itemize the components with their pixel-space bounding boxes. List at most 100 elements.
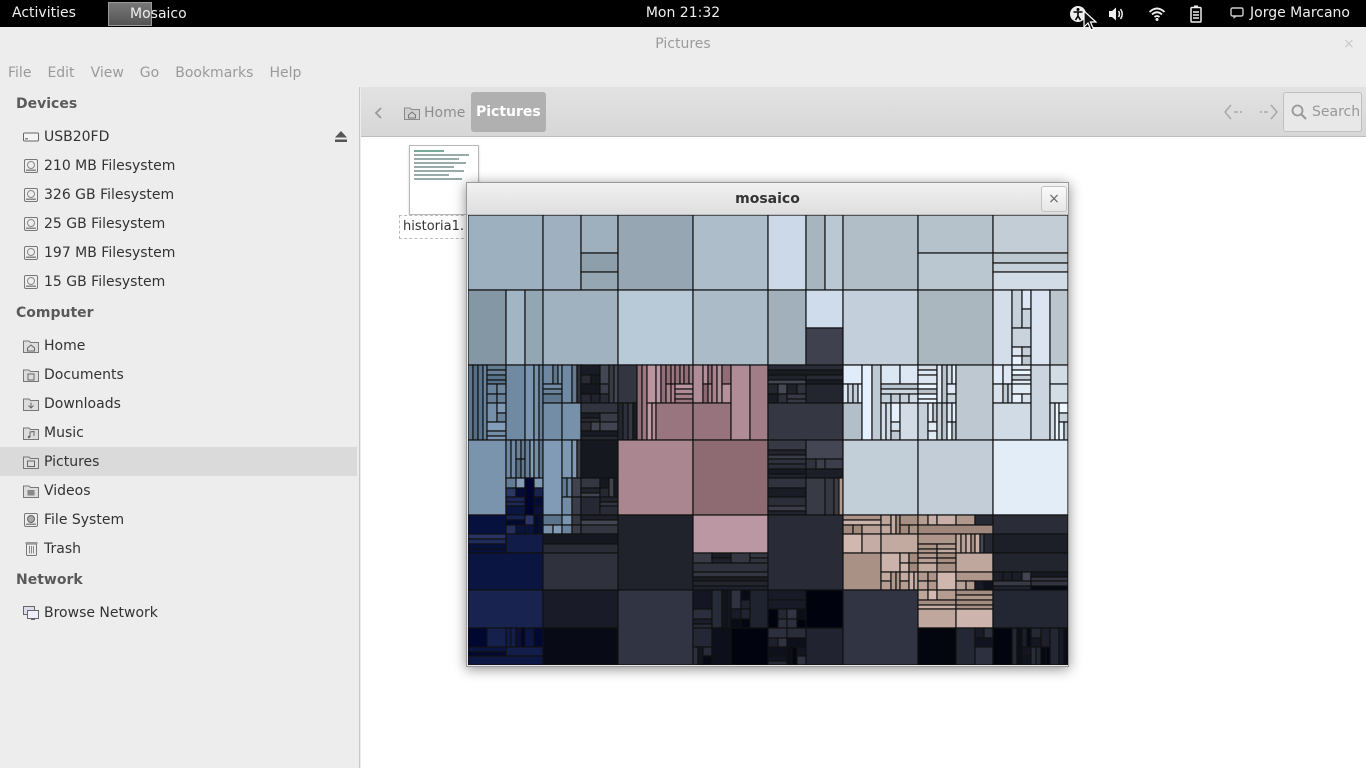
menu-view[interactable]: View <box>83 61 132 85</box>
mosaico-titlebar[interactable]: mosaico × <box>467 183 1068 215</box>
mosaic-tile <box>533 514 540 535</box>
mosaic-tile <box>917 364 938 371</box>
sidebar-item-usb20fd[interactable]: USB20FD <box>0 122 357 151</box>
sidebar-item-file-system[interactable]: File System <box>0 505 357 534</box>
mosaic-tile <box>1011 571 1023 582</box>
sidebar-section-network: Network <box>16 572 83 588</box>
search-button[interactable]: Search <box>1283 92 1362 132</box>
mosaic-tile <box>571 477 582 498</box>
mosaic-tile <box>1021 308 1032 329</box>
mosaic-tile <box>505 514 526 521</box>
breadcrumb-home[interactable]: Home <box>401 99 468 126</box>
sidebar-item-music[interactable]: Music <box>0 418 357 447</box>
mosaic-tile <box>646 402 653 441</box>
mosaic-tile <box>917 289 994 366</box>
volume-icon[interactable] <box>1103 0 1131 27</box>
activities-button[interactable]: Activities <box>12 5 76 21</box>
mosaic-tile <box>992 627 1013 665</box>
mosaic-tile <box>561 524 573 535</box>
mosaic-tile <box>1058 421 1065 441</box>
mosaic-tile <box>899 514 919 526</box>
clock[interactable]: Mon 21:32 <box>646 5 720 21</box>
mosaic-tile <box>767 514 844 591</box>
mosaic-tile <box>1030 364 1051 441</box>
sidebar-item-filesystem-25gb[interactable]: 25 GB Filesystem <box>0 209 357 238</box>
menu-file[interactable]: File <box>0 61 39 85</box>
eject-icon[interactable] <box>333 122 349 151</box>
mosaic-tile <box>599 421 619 432</box>
mosaic-tile <box>580 393 592 404</box>
mosaic-tile <box>1021 571 1032 582</box>
sidebar-item-filesystem-326gb[interactable]: 326 GB Filesystem <box>0 180 357 209</box>
mosaic-tile <box>992 533 1068 554</box>
sidebar-item-downloads[interactable]: Downloads <box>0 389 357 418</box>
sidebar-item-trash[interactable]: Trash <box>0 534 357 563</box>
mosaic-tile <box>702 655 713 665</box>
menu-go[interactable]: Go <box>132 61 167 85</box>
mosaic-tile <box>617 364 638 404</box>
mosaic-tile <box>1016 627 1023 665</box>
mosaic-tile <box>842 533 863 554</box>
mosaic-tile <box>641 364 648 441</box>
user-menu[interactable]: Jorge Marcano <box>1230 5 1350 21</box>
mosaic-tile <box>486 627 507 648</box>
menu-edit[interactable]: Edit <box>39 61 82 85</box>
sidebar-item-home[interactable]: Home <box>0 331 357 360</box>
videos-folder-icon <box>23 483 39 499</box>
breadcrumb-home-label: Home <box>424 104 466 121</box>
mosaic-tile <box>580 477 601 489</box>
battery-icon[interactable] <box>1182 0 1210 27</box>
next-location-icon[interactable] <box>1253 99 1283 125</box>
sidebar-item-filesystem-197mb[interactable]: 197 MB Filesystem <box>0 238 357 267</box>
sidebar-item-filesystem-15gb[interactable]: 15 GB Filesystem <box>0 267 357 296</box>
mosaic-tile <box>617 402 624 441</box>
file-label[interactable]: historia1. <box>399 215 469 239</box>
app-menu[interactable]: Mosaico <box>108 0 187 27</box>
mosaic-tile <box>468 646 507 653</box>
mosaic-tile <box>955 599 994 606</box>
mosaic-tile <box>599 501 619 507</box>
mosaic-tile <box>721 383 732 404</box>
prev-location-icon[interactable] <box>1219 99 1249 125</box>
breadcrumb-pictures[interactable]: Pictures <box>471 92 546 132</box>
mosaic-tile <box>777 618 788 629</box>
mosaic-tile <box>561 514 573 526</box>
mosaic-tile <box>505 519 526 526</box>
mosaic-tile <box>880 533 919 554</box>
mosaic-tile <box>880 383 919 390</box>
mosaic-tile <box>740 608 751 620</box>
sidebar-item-browse-network[interactable]: Browse Network <box>0 598 357 627</box>
mosaic-tile <box>542 543 619 554</box>
mosaic-tile <box>1049 289 1068 366</box>
harddisk-icon <box>23 187 39 203</box>
mosaic-tile <box>786 383 798 395</box>
mosaic-tile <box>505 533 544 554</box>
mosaic-tile <box>917 533 957 545</box>
sidebar-item-documents[interactable]: Documents <box>0 360 357 389</box>
mosaic-tile <box>486 402 498 423</box>
mosaic-tile <box>796 383 807 395</box>
mosaic-tile <box>711 627 732 665</box>
sidebar-item-filesystem-210mb[interactable]: 210 MB Filesystem <box>0 151 357 180</box>
mosaic-tile <box>533 477 544 489</box>
mosaic-tile <box>580 496 601 516</box>
mosaic-tile <box>767 289 807 366</box>
sidebar-item-videos[interactable]: Videos <box>0 476 357 505</box>
wifi-icon[interactable] <box>1143 0 1171 27</box>
sidebar-item-pictures[interactable]: Pictures <box>0 447 357 476</box>
mosaic-tile <box>749 557 769 564</box>
mosaic-tile <box>786 618 798 629</box>
back-arrow-icon[interactable] <box>369 103 389 123</box>
mosaic-tile <box>655 364 662 404</box>
downloads-folder-icon <box>23 396 39 412</box>
mosaic-tile <box>833 477 840 516</box>
mosaic-tile <box>599 383 610 395</box>
menu-help[interactable]: Help <box>261 61 309 85</box>
menu-bookmarks[interactable]: Bookmarks <box>167 61 261 85</box>
window-close-button[interactable]: × <box>1343 36 1355 52</box>
mosaic-tile <box>515 487 526 498</box>
sidebar-item-label: Videos <box>44 482 91 499</box>
mosaic-tile <box>946 383 957 395</box>
mosaic-tile <box>955 514 976 526</box>
mosaico-close-button[interactable]: × <box>1041 186 1067 212</box>
